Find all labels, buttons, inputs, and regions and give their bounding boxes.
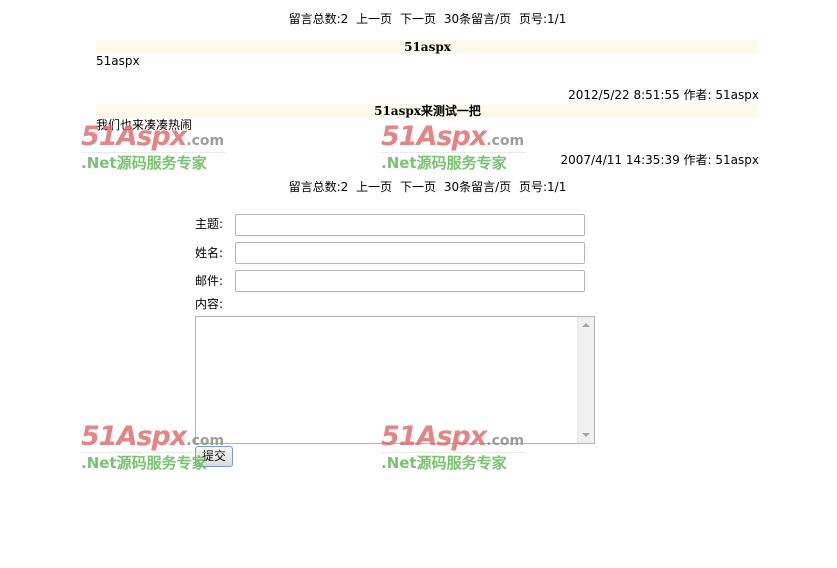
watermark-tagline: .Net源码服务专家 bbox=[381, 454, 507, 472]
watermark-logo-suffix: .com bbox=[186, 133, 225, 149]
submit-button[interactable]: 提交 bbox=[195, 446, 233, 467]
pager-prev-link[interactable]: 上一页 bbox=[356, 12, 392, 27]
watermark-tagline: .Net源码服务专家 bbox=[81, 454, 207, 472]
pager-prev-link[interactable]: 上一页 bbox=[356, 180, 392, 195]
watermark-logo-name: 51Aspx bbox=[81, 421, 187, 452]
pager-bottom: 留言总数:2 上一页 下一页 30条留言/页 页号:1/1 bbox=[0, 180, 837, 195]
scroll-up-arrow-icon[interactable] bbox=[582, 323, 590, 327]
pager-next-link[interactable]: 下一页 bbox=[400, 180, 436, 195]
pager-per-page: 30条留言/页 bbox=[443, 12, 512, 26]
pager-total: 留言总数:2 bbox=[288, 12, 349, 26]
content-textarea-box bbox=[195, 316, 595, 444]
pager-total: 留言总数:2 bbox=[288, 180, 349, 194]
post-title: 51aspx bbox=[96, 40, 759, 54]
watermark-divider bbox=[381, 452, 526, 453]
watermark-divider bbox=[81, 152, 226, 153]
content-label: 内容: bbox=[195, 297, 224, 311]
email-input[interactable] bbox=[235, 270, 585, 292]
pager-page-number: 页号:1/1 bbox=[519, 180, 567, 194]
post-title: 51aspx来测试一把 bbox=[96, 104, 759, 118]
watermark-logo-name: 51Aspx bbox=[381, 121, 487, 152]
post-meta: 2012/5/22 8:51:55 作者: 51aspx bbox=[568, 88, 759, 102]
name-label: 姓名: bbox=[195, 246, 224, 260]
email-label: 邮件: bbox=[195, 274, 224, 288]
scroll-down-arrow-icon[interactable] bbox=[582, 433, 590, 437]
subject-label: 主题: bbox=[195, 217, 224, 231]
watermark-logo-text: 51Aspx.com bbox=[381, 122, 524, 156]
textarea-scrollbar[interactable] bbox=[577, 317, 594, 443]
pager-per-page: 30条留言/页 bbox=[443, 180, 512, 194]
watermark-tagline: .Net源码服务专家 bbox=[81, 154, 207, 172]
subject-input[interactable] bbox=[235, 214, 585, 236]
content-textarea[interactable] bbox=[196, 317, 578, 443]
post-meta: 2007/4/11 14:35:39 作者: 51aspx bbox=[560, 153, 759, 167]
pager-page-number: 页号:1/1 bbox=[519, 12, 567, 26]
name-input[interactable] bbox=[235, 242, 585, 264]
watermark-logo: 51Aspx.com .Net源码服务专家 bbox=[381, 122, 526, 177]
watermark-tagline: .Net源码服务专家 bbox=[381, 154, 507, 172]
watermark-logo-suffix: .com bbox=[486, 133, 525, 149]
pager-top: 留言总数:2 上一页 下一页 30条留言/页 页号:1/1 bbox=[0, 12, 837, 27]
pager-next-link[interactable]: 下一页 bbox=[400, 12, 436, 27]
watermark-divider bbox=[381, 152, 526, 153]
post-body: 我们也来凑凑热闹 bbox=[96, 118, 193, 132]
post-body: 51aspx bbox=[96, 54, 140, 68]
